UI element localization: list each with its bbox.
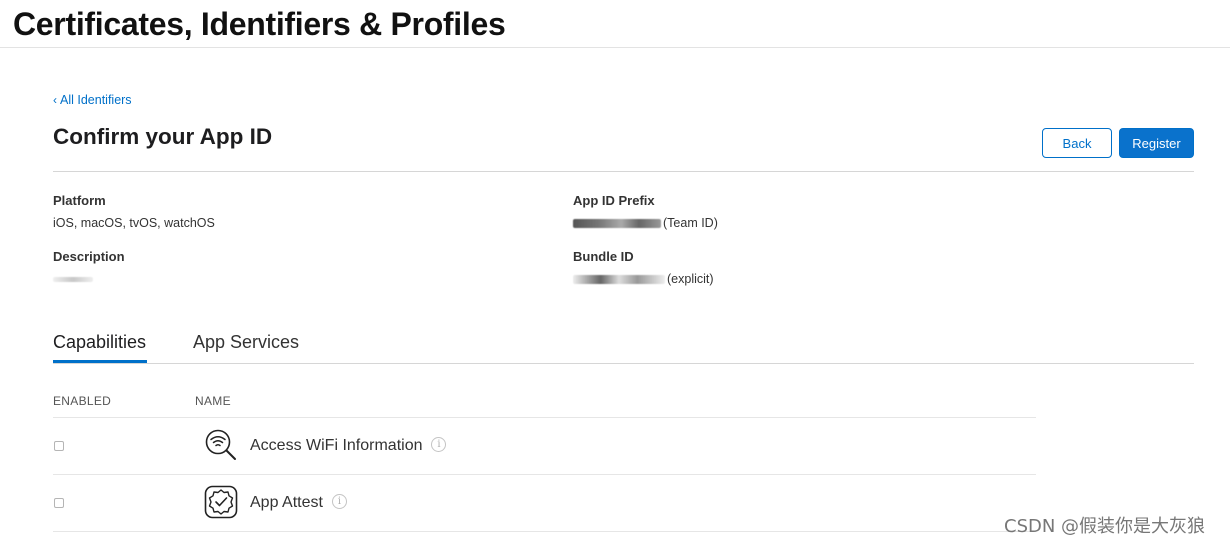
capability-label: App Attest (250, 494, 323, 511)
capability-label: Access WiFi Information (250, 437, 423, 454)
wifi-search-icon (205, 429, 236, 460)
enabled-checkbox[interactable] (54, 441, 64, 451)
platform-value: iOS, macOS, tvOS, watchOS (53, 216, 215, 230)
bundle-id-value: (explicit) (573, 272, 714, 286)
all-identifiers-link[interactable]: ‹ All Identifiers (53, 93, 132, 107)
team-id-suffix: (Team ID) (663, 216, 718, 230)
column-header-name: NAME (195, 394, 231, 408)
row-divider (53, 531, 1036, 532)
capability-name: Access WiFi Information i (250, 437, 447, 455)
description-label: Description (53, 249, 125, 264)
all-identifiers-label: All Identifiers (60, 93, 132, 107)
redacted-description (53, 277, 93, 283)
back-button[interactable]: Back (1042, 128, 1112, 158)
app-attest-badge-icon (204, 485, 238, 519)
table-row: App Attest i (53, 474, 1036, 532)
platform-label: Platform (53, 193, 106, 208)
capability-name: App Attest i (250, 494, 347, 512)
page-title: Certificates, Identifiers & Profiles (13, 6, 506, 42)
info-icon[interactable]: i (331, 494, 347, 510)
column-header-enabled: ENABLED (53, 394, 112, 408)
app-id-prefix-label: App ID Prefix (573, 193, 655, 208)
table-row: Access WiFi Information i (53, 417, 1036, 475)
watermark: CSDN @假装你是大灰狼 (1004, 516, 1206, 537)
section-divider (53, 171, 1194, 172)
tabs-divider (53, 363, 1194, 364)
register-button[interactable]: Register (1119, 128, 1194, 158)
chevron-left-icon: ‹ (53, 93, 57, 107)
section-title: Confirm your App ID (53, 124, 273, 149)
page-header: Certificates, Identifiers & Profiles (0, 0, 1230, 48)
bundle-id-suffix: (explicit) (667, 272, 714, 286)
description-value (53, 272, 95, 286)
bundle-id-label: Bundle ID (573, 249, 634, 264)
redacted-bundle-id (573, 275, 665, 285)
redacted-team-id (573, 219, 661, 229)
tab-app-services[interactable]: App Services (193, 332, 299, 353)
enabled-checkbox[interactable] (54, 498, 64, 508)
info-icon[interactable]: i (431, 437, 447, 453)
app-id-prefix-value: (Team ID) (573, 216, 718, 230)
tab-capabilities[interactable]: Capabilities (53, 332, 146, 353)
